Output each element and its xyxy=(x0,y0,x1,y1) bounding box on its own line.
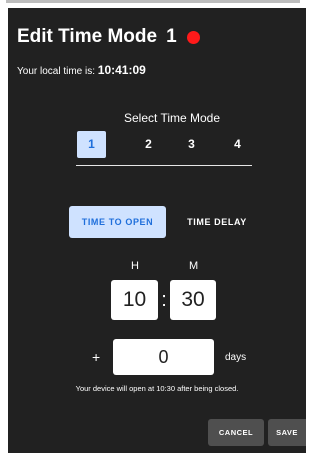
local-time-row: Your local time is: 10:41:09 xyxy=(17,63,146,77)
dialog-title: Edit Time Mode xyxy=(17,26,158,47)
edit-time-mode-dialog: Edit Time Mode 1 Your local time is: 10:… xyxy=(8,8,306,453)
mode-tab-2[interactable]: 2 xyxy=(134,131,163,158)
page: Edit Time Mode 1 Your local time is: 10:… xyxy=(0,0,306,453)
local-time-value: 10:41:09 xyxy=(97,63,146,77)
minute-input[interactable]: 30 xyxy=(170,280,216,320)
mode-tab-3[interactable]: 3 xyxy=(177,131,206,158)
time-delay-button[interactable]: TIME DELAY xyxy=(178,206,256,238)
days-plus-sign: + xyxy=(92,349,101,365)
mode-number: 1 xyxy=(166,26,177,47)
top-divider xyxy=(6,0,300,3)
mode-tabs: 1 2 3 4 xyxy=(77,131,253,158)
status-dot-icon xyxy=(186,30,200,44)
local-time-label: Your local time is: xyxy=(17,66,95,77)
days-unit-label: days xyxy=(225,352,247,363)
mode-tab-4[interactable]: 4 xyxy=(223,131,252,158)
cancel-button[interactable]: CANCEL xyxy=(208,419,264,446)
select-time-mode-label: Select Time Mode xyxy=(123,111,221,125)
mode-tab-1[interactable]: 1 xyxy=(77,131,106,158)
time-separator: : xyxy=(161,289,167,311)
hour-label: H xyxy=(131,260,139,272)
save-button[interactable]: SAVE xyxy=(268,419,306,446)
hour-input[interactable]: 10 xyxy=(111,280,158,320)
time-to-open-button[interactable]: TIME TO OPEN xyxy=(69,206,166,238)
mode-tabs-underline xyxy=(76,165,252,166)
days-input[interactable]: 0 xyxy=(113,339,214,375)
minute-label: M xyxy=(189,260,199,272)
open-time-note: Your device will open at 10:30 after bei… xyxy=(75,384,239,393)
dialog-header: Edit Time Mode 1 xyxy=(17,25,200,49)
